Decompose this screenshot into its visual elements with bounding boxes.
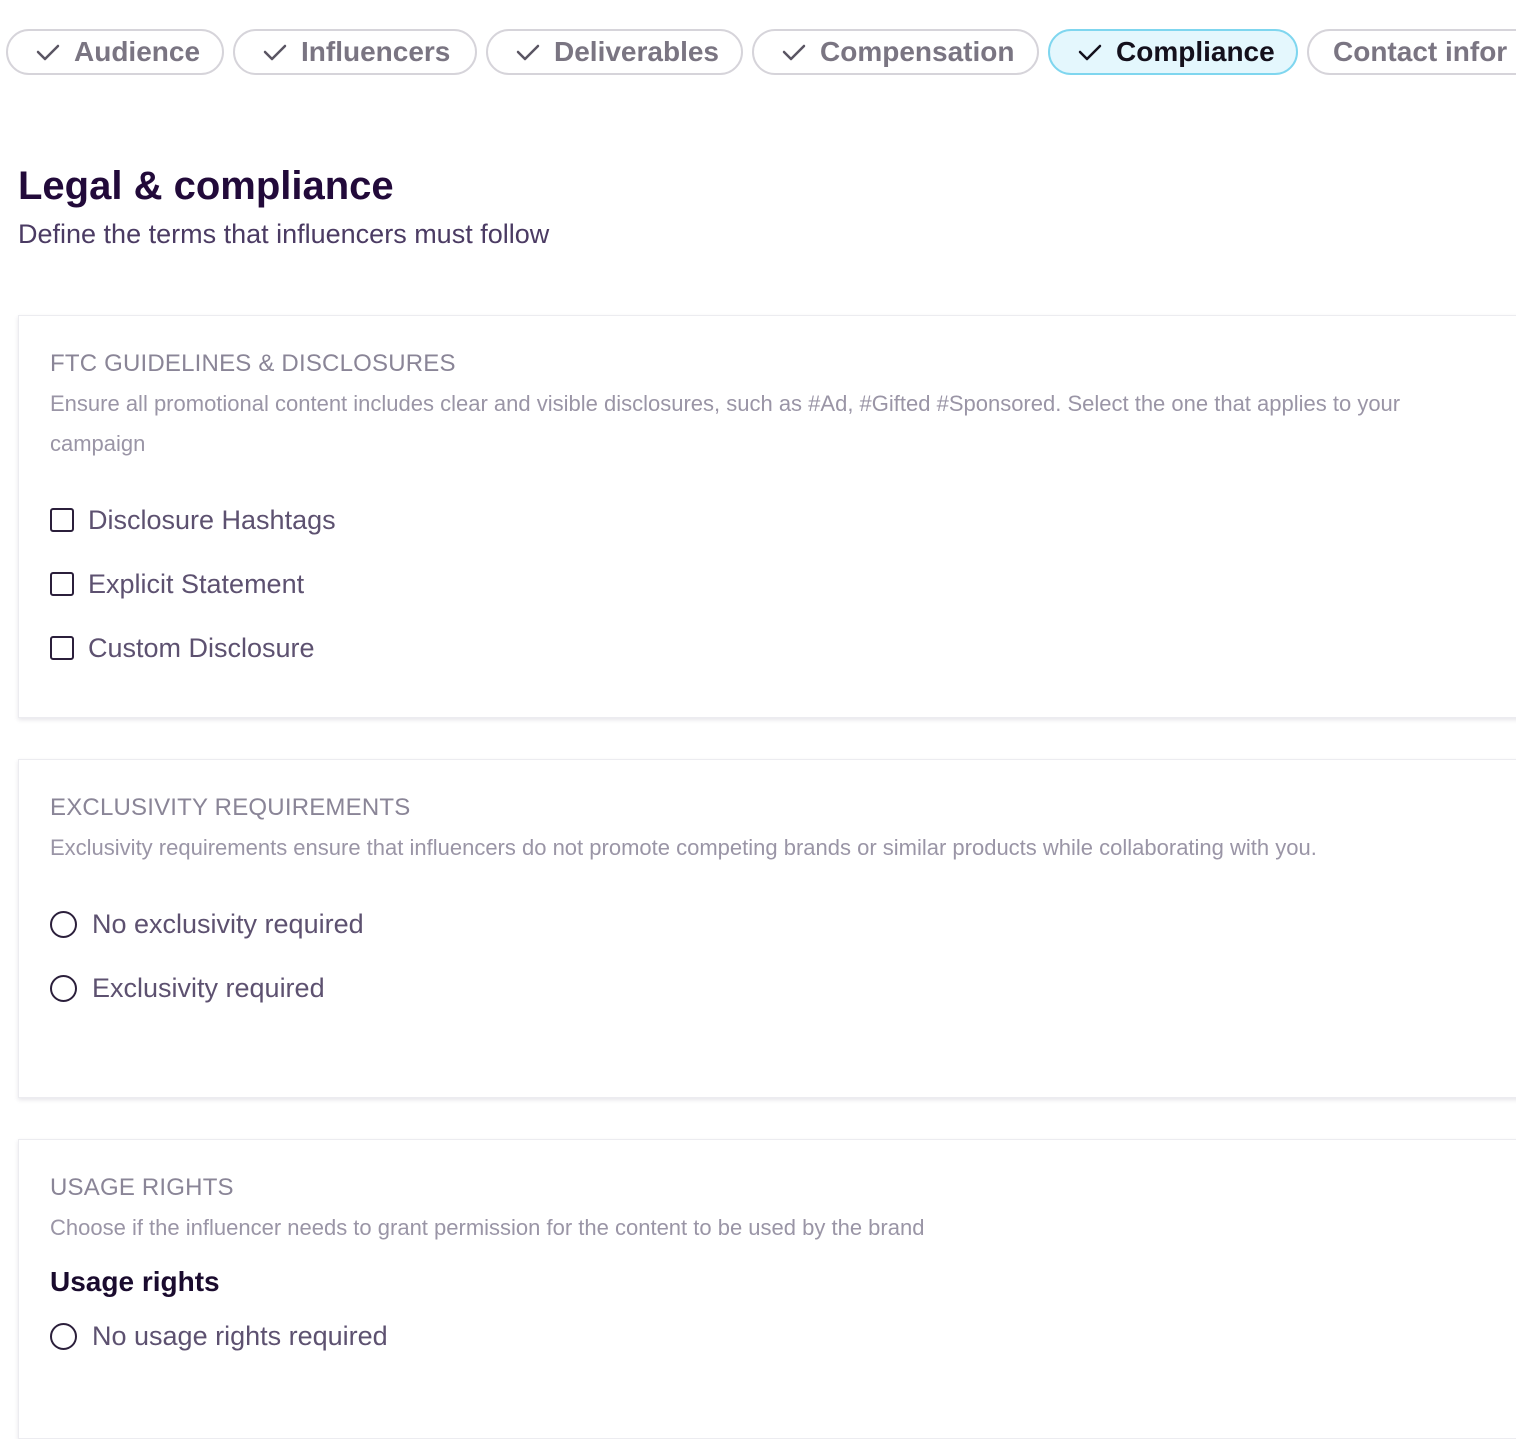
checkbox[interactable] — [50, 572, 74, 596]
page-subtitle: Define the terms that influencers must f… — [18, 219, 550, 249]
option-no-exclusivity[interactable]: No exclusivity required — [50, 892, 1507, 956]
check-icon — [1078, 44, 1102, 61]
page-title: Legal & compliance — [18, 164, 394, 208]
check-icon — [516, 44, 540, 61]
exclusivity-card: EXCLUSIVITY REQUIREMENTS Exclusivity req… — [18, 759, 1516, 1098]
radio-button[interactable] — [50, 910, 77, 938]
usage-rights-label: Usage rights — [50, 1266, 220, 1297]
step-compliance[interactable]: Compliance — [1048, 29, 1298, 75]
check-icon — [36, 44, 60, 61]
card-description: Ensure all promotional content includes … — [50, 391, 1401, 456]
option-disclosure-hashtags[interactable]: Disclosure Hashtags — [50, 488, 1507, 552]
option-no-usage-rights[interactable]: No usage rights required — [50, 1304, 1507, 1368]
card-title: FTC GUIDELINES & DISCLOSURES — [50, 350, 456, 377]
check-icon — [263, 44, 287, 61]
option-label: Exclusivity required — [92, 972, 325, 1003]
step-influencers[interactable]: Influencers — [233, 29, 477, 75]
ftc-guidelines-card: FTC GUIDELINES & DISCLOSURES Ensure all … — [18, 315, 1516, 718]
step-audience[interactable]: Audience — [6, 29, 224, 75]
checkbox[interactable] — [50, 636, 74, 660]
option-label: No exclusivity required — [92, 908, 364, 939]
radio-button[interactable] — [50, 1322, 77, 1350]
step-deliverables[interactable]: Deliverables — [486, 29, 743, 75]
option-exclusivity-required[interactable]: Exclusivity required — [50, 956, 1507, 1020]
option-explicit-statement[interactable]: Explicit Statement — [50, 552, 1507, 616]
step-compensation[interactable]: Compensation — [752, 29, 1039, 75]
step-label: Influencers — [301, 36, 451, 67]
step-label: Contact infor — [1333, 36, 1508, 67]
step-label: Audience — [74, 36, 201, 67]
progress-stepper: Audience Influencers Deliverables Compen… — [0, 0, 1516, 100]
option-label: No usage rights required — [92, 1320, 388, 1351]
checkbox[interactable] — [50, 508, 74, 532]
option-custom-disclosure[interactable]: Custom Disclosure — [50, 616, 1507, 680]
step-contact-information[interactable]: Contact infor — [1307, 29, 1516, 75]
step-label: Compensation — [820, 36, 1015, 67]
option-label: Disclosure Hashtags — [88, 504, 336, 535]
step-label: Compliance — [1116, 36, 1275, 67]
usage-rights-card: USAGE RIGHTS Choose if the influencer ne… — [18, 1139, 1516, 1439]
option-label: Custom Disclosure — [88, 632, 315, 663]
option-label: Explicit Statement — [88, 568, 305, 599]
card-title: EXCLUSIVITY REQUIREMENTS — [50, 794, 411, 821]
card-title: USAGE RIGHTS — [50, 1174, 234, 1201]
page-header: Legal & compliance Define the terms that… — [18, 160, 549, 252]
card-description: Exclusivity requirements ensure that inf… — [50, 835, 1317, 860]
radio-button[interactable] — [50, 974, 77, 1002]
check-icon — [782, 44, 806, 61]
step-label: Deliverables — [554, 36, 719, 67]
card-description: Choose if the influencer needs to grant … — [50, 1215, 925, 1240]
